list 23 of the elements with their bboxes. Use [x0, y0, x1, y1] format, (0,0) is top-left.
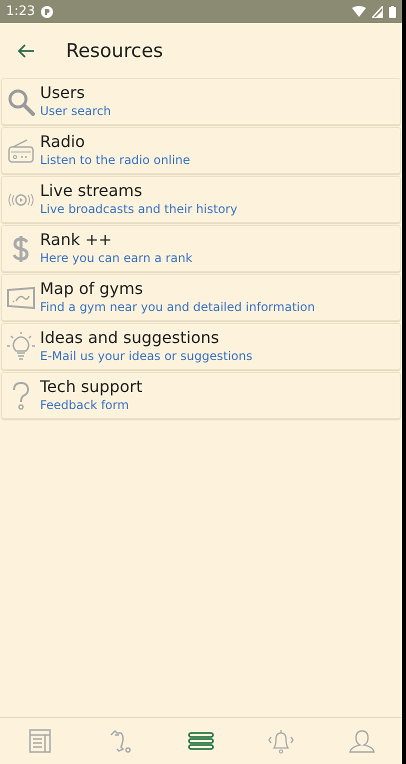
menu-item[interactable]: Tech support Feedback form — [1, 372, 401, 419]
item-title: Ideas and suggestions — [40, 328, 220, 348]
menu-item[interactable]: Map of gyms Find a gym near you and detailed information — [1, 274, 401, 321]
item-subtitle: Find a gym near you and detailed information — [40, 299, 315, 316]
item-subtitle: Live broadcasts and their history — [40, 201, 238, 218]
item-title: Users — [40, 83, 86, 103]
item-subtitle: User search — [40, 103, 112, 120]
item-title: Map of gyms — [40, 279, 144, 299]
menu-item[interactable]: Live streams Live broadcasts and their history — [1, 176, 401, 223]
item-subtitle: Here you can earn a rank — [40, 250, 192, 267]
item-title: Rank ++ — [40, 230, 113, 250]
status-time: 1:23 — [6, 4, 36, 19]
item-subtitle: E-Mail us your ideas or suggestions — [40, 348, 252, 365]
item-title: Live streams — [40, 181, 144, 201]
item-subtitle: Feedback form — [40, 397, 130, 414]
menu-item[interactable]: Ideas and suggestions E-Mail us your ideas or suggestions — [1, 323, 401, 370]
menu-item[interactable]: Radio Listen to the radio online — [1, 127, 401, 174]
screen-title: Resources — [66, 40, 164, 62]
item-subtitle: Listen to the radio online — [40, 152, 190, 169]
item-title: Radio — [40, 132, 86, 152]
menu-item[interactable]: Rank ++ Here you can earn a rank — [1, 225, 401, 272]
item-title: Tech support — [40, 377, 142, 397]
menu-item[interactable]: Users User search — [1, 78, 401, 125]
